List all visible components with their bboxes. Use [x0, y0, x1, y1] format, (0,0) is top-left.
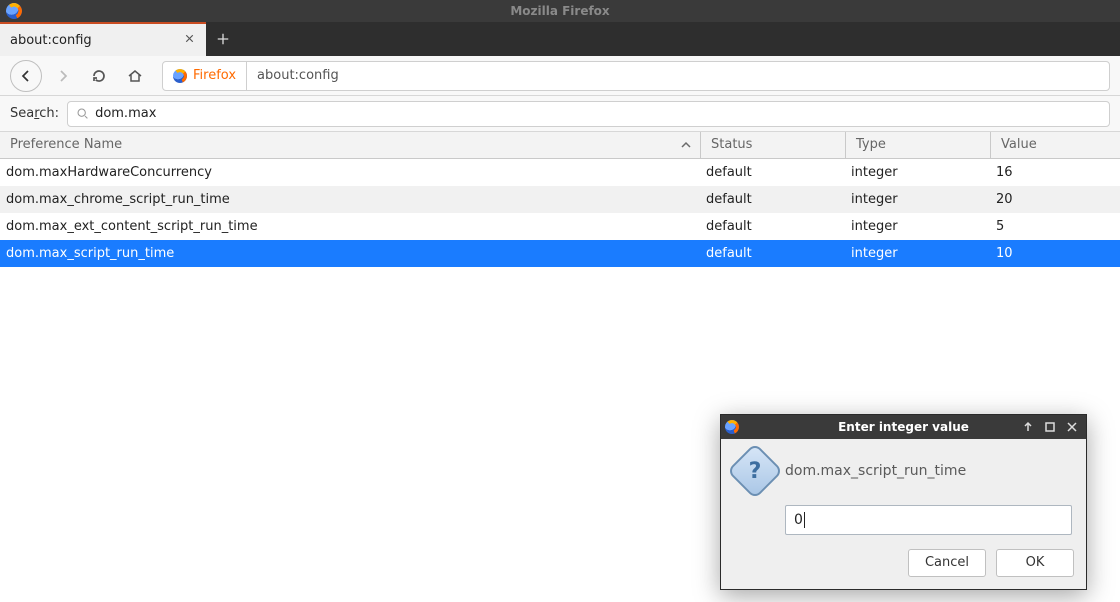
- search-query: dom.max: [95, 106, 156, 121]
- tab-title: about:config: [10, 33, 92, 48]
- dialog-value-input[interactable]: 0: [785, 505, 1072, 535]
- question-icon: ?: [735, 451, 775, 491]
- col-header-type[interactable]: Type: [845, 132, 990, 158]
- prefs-cell-type: integer: [845, 240, 990, 267]
- search-label: Search:: [10, 106, 59, 121]
- back-button[interactable]: [10, 60, 42, 92]
- forward-button[interactable]: [48, 61, 78, 91]
- home-button[interactable]: [120, 61, 150, 91]
- identity-label: Firefox: [193, 68, 236, 83]
- col-header-name[interactable]: Preference Name: [0, 132, 700, 158]
- cancel-button[interactable]: Cancel: [908, 549, 986, 577]
- prefs-row[interactable]: dom.max_script_run_timedefaultinteger10: [0, 240, 1120, 267]
- reload-button[interactable]: [84, 61, 114, 91]
- prefs-cell-value: 20: [990, 186, 1120, 213]
- identity-box[interactable]: Firefox: [163, 62, 247, 90]
- prefs-cell-type: integer: [845, 213, 990, 240]
- integer-prompt-dialog: Enter integer value ? dom.max_script_run…: [720, 414, 1087, 590]
- prefs-cell-type: integer: [845, 186, 990, 213]
- dialog-input-value: 0: [794, 512, 803, 528]
- nav-toolbar: Firefox about:config: [0, 56, 1120, 96]
- dialog-maximize-icon[interactable]: [1044, 421, 1056, 433]
- prefs-cell-status: default: [700, 240, 845, 267]
- prefs-body: dom.maxHardwareConcurrencydefaultinteger…: [0, 159, 1120, 267]
- prefs-cell-status: default: [700, 213, 845, 240]
- url-bar[interactable]: Firefox about:config: [162, 61, 1110, 91]
- search-icon: [76, 107, 89, 120]
- col-header-value[interactable]: Value: [990, 132, 1120, 158]
- prefs-cell-type: integer: [845, 159, 990, 186]
- dialog-close-icon[interactable]: [1066, 421, 1078, 433]
- prefs-cell-name: dom.max_script_run_time: [0, 240, 700, 267]
- prefs-cell-name: dom.max_chrome_script_run_time: [0, 186, 700, 213]
- config-search-bar: Search: dom.max: [0, 96, 1120, 132]
- url-text: about:config: [247, 68, 349, 83]
- prefs-row[interactable]: dom.maxHardwareConcurrencydefaultinteger…: [0, 159, 1120, 186]
- tab-strip: about:config: [0, 22, 1120, 56]
- text-caret: [804, 512, 805, 528]
- firefox-logo-icon: [173, 69, 187, 83]
- window-title: Mozilla Firefox: [0, 0, 1120, 22]
- sort-asc-icon: [680, 132, 692, 158]
- prefs-cell-value: 10: [990, 240, 1120, 267]
- tab-close-icon[interactable]: [183, 32, 196, 49]
- prefs-cell-value: 16: [990, 159, 1120, 186]
- firefox-logo-icon: [725, 420, 739, 434]
- prefs-cell-status: default: [700, 186, 845, 213]
- dialog-pref-name: dom.max_script_run_time: [785, 463, 966, 479]
- prefs-table: Preference Name Status Type Value dom.ma…: [0, 132, 1120, 267]
- ok-button[interactable]: OK: [996, 549, 1074, 577]
- prefs-cell-status: default: [700, 159, 845, 186]
- prefs-cell-name: dom.maxHardwareConcurrency: [0, 159, 700, 186]
- prefs-row[interactable]: dom.max_ext_content_script_run_timedefau…: [0, 213, 1120, 240]
- window-titlebar: Mozilla Firefox: [0, 0, 1120, 22]
- tab-active[interactable]: about:config: [0, 22, 206, 56]
- col-header-status[interactable]: Status: [700, 132, 845, 158]
- search-input[interactable]: dom.max: [67, 101, 1110, 127]
- prefs-cell-name: dom.max_ext_content_script_run_time: [0, 213, 700, 240]
- new-tab-button[interactable]: [206, 22, 240, 56]
- dialog-titlebar[interactable]: Enter integer value: [721, 415, 1086, 439]
- prefs-row[interactable]: dom.max_chrome_script_run_timedefaultint…: [0, 186, 1120, 213]
- prefs-cell-value: 5: [990, 213, 1120, 240]
- dialog-collapse-icon[interactable]: [1022, 421, 1034, 433]
- prefs-header[interactable]: Preference Name Status Type Value: [0, 132, 1120, 159]
